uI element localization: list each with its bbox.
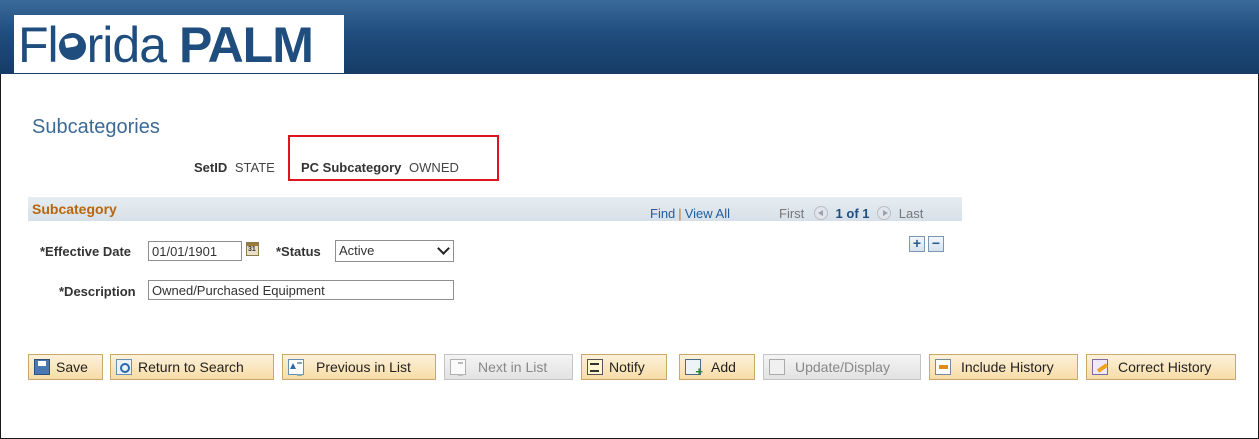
setid-key: SetID STATE bbox=[194, 160, 275, 175]
logo-text: Fl rida PALM bbox=[18, 17, 314, 73]
status-select[interactable]: Active bbox=[335, 240, 454, 262]
florida-state-icon bbox=[58, 33, 86, 60]
effective-date-label: *Effective Date bbox=[40, 244, 132, 259]
add-button[interactable]: Add bbox=[679, 354, 755, 380]
effective-date-field[interactable] bbox=[148, 241, 242, 261]
delete-row-icon[interactable]: − bbox=[928, 236, 944, 252]
next-row-icon[interactable] bbox=[877, 206, 892, 220]
include-history-button[interactable]: Include History bbox=[929, 354, 1078, 380]
view-all-link[interactable]: View All bbox=[685, 206, 730, 221]
correct-history-icon bbox=[1092, 359, 1108, 375]
next-in-list-icon bbox=[450, 359, 466, 376]
chevron-down-icon bbox=[437, 242, 450, 255]
update-display-icon bbox=[769, 359, 785, 375]
correct-history-button[interactable]: Correct History bbox=[1086, 354, 1236, 380]
row-count: 1 of 1 bbox=[835, 206, 870, 221]
find-link[interactable]: Find bbox=[650, 206, 675, 221]
first-link[interactable]: First bbox=[779, 206, 804, 221]
description-field[interactable] bbox=[148, 280, 454, 300]
save-icon bbox=[34, 359, 50, 375]
add-icon bbox=[685, 359, 703, 379]
notify-button[interactable]: Notify bbox=[581, 354, 667, 380]
page-title: Subcategories bbox=[32, 116, 160, 138]
include-history-icon bbox=[935, 359, 951, 375]
return-to-search-icon bbox=[116, 359, 132, 375]
grid-pager: First 1 of 1 Last bbox=[779, 206, 923, 221]
update-display-button[interactable]: Update/Display bbox=[763, 354, 921, 380]
previous-row-icon[interactable] bbox=[813, 206, 828, 220]
save-button[interactable]: Save bbox=[28, 354, 103, 380]
previous-in-list-button[interactable]: Previous in List bbox=[282, 354, 436, 380]
add-row-icon[interactable]: + bbox=[909, 236, 925, 252]
return-to-search-button[interactable]: Return to Search bbox=[110, 354, 274, 380]
notify-icon bbox=[587, 359, 603, 375]
section-title: Subcategory bbox=[32, 201, 117, 217]
grid-nav-links: Find | View All bbox=[650, 206, 730, 221]
next-in-list-button[interactable]: Next in List bbox=[444, 354, 573, 380]
description-label: *Description bbox=[59, 284, 136, 299]
last-link[interactable]: Last bbox=[899, 206, 924, 221]
calendar-icon[interactable]: 31 bbox=[246, 242, 259, 256]
florida-palm-logo: Fl rida PALM bbox=[14, 15, 344, 73]
setid-value: STATE bbox=[234, 160, 275, 175]
setid-label: SetID bbox=[194, 160, 228, 175]
header-banner: Fl rida PALM bbox=[0, 0, 1259, 74]
highlight-annotation bbox=[288, 135, 499, 181]
status-label: *Status bbox=[276, 244, 321, 259]
previous-in-list-icon bbox=[288, 359, 304, 376]
status-selected-value: Active bbox=[339, 243, 375, 258]
link-separator: | bbox=[678, 206, 682, 221]
